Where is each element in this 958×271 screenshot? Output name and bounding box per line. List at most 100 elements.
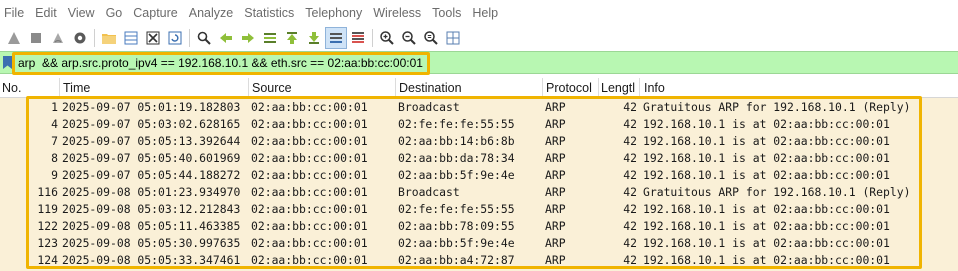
autoscroll-icon[interactable] — [325, 27, 347, 49]
cell-info: 192.168.10.1 is at 02:aa:bb:cc:00:01 — [643, 253, 890, 267]
zoom-in-icon[interactable] — [376, 27, 398, 49]
packet-row[interactable]: 122 2025-09-08 05:05:11.463385 02:aa:bb:… — [0, 218, 958, 235]
go-forward-icon[interactable] — [237, 27, 259, 49]
open-folder-icon[interactable] — [98, 27, 120, 49]
reload-icon[interactable] — [164, 27, 186, 49]
cell-no: 119 — [37, 202, 58, 216]
resize-columns-icon[interactable] — [442, 27, 464, 49]
cell-protocol: ARP — [545, 151, 566, 165]
restart-shark-icon[interactable] — [47, 27, 69, 49]
cell-source: 02:aa:bb:cc:00:01 — [251, 134, 368, 148]
cell-length: 42 — [623, 100, 637, 114]
zoom-out-icon[interactable] — [398, 27, 420, 49]
column-divider[interactable] — [59, 78, 60, 98]
menu-tools[interactable]: Tools — [428, 6, 468, 20]
cell-protocol: ARP — [545, 236, 566, 250]
close-file-icon[interactable] — [142, 27, 164, 49]
shark-fin-start-icon[interactable] — [3, 27, 25, 49]
packet-list[interactable]: 1 2025-09-07 05:01:19.182803 02:aa:bb:cc… — [0, 98, 958, 271]
column-divider[interactable] — [395, 78, 396, 98]
column-divider[interactable] — [598, 78, 599, 98]
cell-source: 02:aa:bb:cc:00:01 — [251, 236, 368, 250]
cell-protocol: ARP — [545, 185, 566, 199]
packet-row[interactable]: 119 2025-09-08 05:03:12.212843 02:aa:bb:… — [0, 201, 958, 218]
column-header-time[interactable]: Time — [63, 81, 243, 95]
stop-square-icon[interactable] — [25, 27, 47, 49]
find-icon[interactable] — [193, 27, 215, 49]
column-divider[interactable] — [639, 78, 640, 98]
column-header-no[interactable]: No. — [2, 81, 52, 95]
menu-statistics[interactable]: Statistics — [240, 6, 301, 20]
cell-time: 2025-09-08 05:05:33.347461 — [62, 253, 241, 267]
cell-source: 02:aa:bb:cc:00:01 — [251, 202, 368, 216]
cell-time: 2025-09-07 05:05:44.188272 — [62, 168, 241, 182]
column-header-protocol[interactable]: Protocol — [546, 81, 598, 95]
cell-destination: 02:aa:bb:a4:72:87 — [398, 253, 515, 267]
bookmark-icon[interactable] — [3, 56, 12, 69]
menu-view[interactable]: View — [64, 6, 102, 20]
zoom-normal-icon[interactable] — [420, 27, 442, 49]
packet-row[interactable]: 9 2025-09-07 05:05:44.188272 02:aa:bb:cc… — [0, 167, 958, 184]
cell-protocol: ARP — [545, 100, 566, 114]
cell-length: 42 — [623, 151, 637, 165]
cell-source: 02:aa:bb:cc:00:01 — [251, 253, 368, 267]
column-header-length[interactable]: Lengtl — [601, 81, 638, 95]
cell-info: 192.168.10.1 is at 02:aa:bb:cc:00:01 — [643, 168, 890, 182]
cell-info: Gratuitous ARP for 192.168.10.1 (Reply) — [643, 185, 911, 199]
cell-time: 2025-09-07 05:05:40.601969 — [62, 151, 241, 165]
options-gear-icon[interactable] — [69, 27, 91, 49]
cell-time: 2025-09-08 05:05:30.997635 — [62, 236, 241, 250]
cell-time: 2025-09-08 05:01:23.934970 — [62, 185, 241, 199]
cell-info: 192.168.10.1 is at 02:aa:bb:cc:00:01 — [643, 236, 890, 250]
menu-file[interactable]: File — [0, 6, 31, 20]
cell-source: 02:aa:bb:cc:00:01 — [251, 168, 368, 182]
go-back-icon[interactable] — [215, 27, 237, 49]
toolbar-separator — [372, 29, 373, 47]
packet-row[interactable]: 123 2025-09-08 05:05:30.997635 02:aa:bb:… — [0, 235, 958, 252]
cell-no: 7 — [51, 134, 58, 148]
column-header-info[interactable]: Info — [644, 81, 944, 95]
cell-source: 02:aa:bb:cc:00:01 — [251, 219, 368, 233]
packet-row[interactable]: 4 2025-09-07 05:03:02.628165 02:aa:bb:cc… — [0, 116, 958, 133]
menu-analyze[interactable]: Analyze — [185, 6, 240, 20]
cell-destination: Broadcast — [398, 100, 460, 114]
menu-go[interactable]: Go — [102, 6, 130, 20]
menu-wireless[interactable]: Wireless — [369, 6, 428, 20]
column-header-source[interactable]: Source — [252, 81, 392, 95]
column-divider[interactable] — [542, 78, 543, 98]
cell-destination: 02:fe:fe:fe:55:55 — [398, 202, 515, 216]
column-divider[interactable] — [248, 78, 249, 98]
go-last-icon[interactable] — [303, 27, 325, 49]
column-header-destination[interactable]: Destination — [399, 81, 539, 95]
packet-row[interactable]: 8 2025-09-07 05:05:40.601969 02:aa:bb:cc… — [0, 150, 958, 167]
cell-protocol: ARP — [545, 117, 566, 131]
cell-destination: 02:aa:bb:da:78:34 — [398, 151, 515, 165]
cell-destination: 02:fe:fe:fe:55:55 — [398, 117, 515, 131]
menu-telephony[interactable]: Telephony — [301, 6, 369, 20]
cell-source: 02:aa:bb:cc:00:01 — [251, 100, 368, 114]
cell-no: 9 — [51, 168, 58, 182]
cell-protocol: ARP — [545, 219, 566, 233]
cell-length: 42 — [623, 219, 637, 233]
packet-row[interactable]: 124 2025-09-08 05:05:33.347461 02:aa:bb:… — [0, 252, 958, 269]
display-filter-bar — [0, 51, 958, 75]
cell-source: 02:aa:bb:cc:00:01 — [251, 185, 368, 199]
go-first-icon[interactable] — [281, 27, 303, 49]
cell-protocol: ARP — [545, 202, 566, 216]
cell-time: 2025-09-07 05:05:13.392644 — [62, 134, 241, 148]
cell-destination: 02:aa:bb:14:b6:8b — [398, 134, 515, 148]
cell-length: 42 — [623, 236, 637, 250]
cell-info: 192.168.10.1 is at 02:aa:bb:cc:00:01 — [643, 117, 890, 131]
go-to-packet-icon[interactable] — [259, 27, 281, 49]
menu-help[interactable]: Help — [468, 6, 505, 20]
colorize-icon[interactable] — [347, 27, 369, 49]
cell-length: 42 — [623, 202, 637, 216]
packet-row[interactable]: 116 2025-09-08 05:01:23.934970 02:aa:bb:… — [0, 184, 958, 201]
cell-info: 192.168.10.1 is at 02:aa:bb:cc:00:01 — [643, 151, 890, 165]
menu-edit[interactable]: Edit — [31, 6, 64, 20]
packet-row[interactable]: 7 2025-09-07 05:05:13.392644 02:aa:bb:cc… — [0, 133, 958, 150]
packet-row[interactable]: 1 2025-09-07 05:01:19.182803 02:aa:bb:cc… — [0, 99, 958, 116]
cell-length: 42 — [623, 253, 637, 267]
file-table-icon[interactable] — [120, 27, 142, 49]
menu-capture[interactable]: Capture — [129, 6, 184, 20]
